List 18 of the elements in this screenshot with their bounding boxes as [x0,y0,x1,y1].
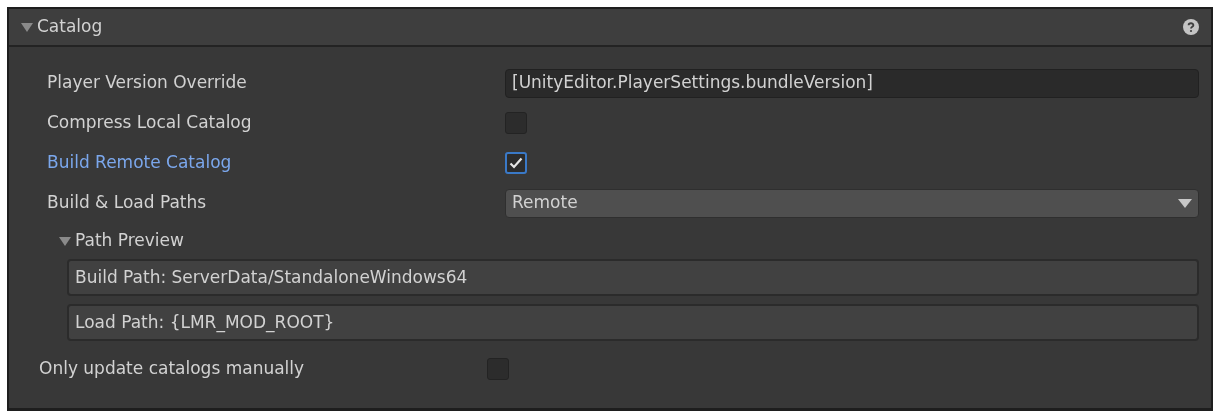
path-field: Build Path: ServerData/StandaloneWindows64 [67,259,1199,296]
section-title: Catalog [37,15,103,39]
expanded-arrow-icon[interactable] [59,235,71,247]
dropdown[interactable]: Remote [505,188,1199,218]
path-field: Load Path: {LMR_MOD_ROOT} [67,304,1199,341]
section-header[interactable]: Catalog [9,9,1211,47]
field-label: Build Remote Catalog [47,151,233,175]
help-icon[interactable] [1183,19,1199,35]
checkmark-icon [509,157,523,169]
text-field[interactable]: [UnityEditor.PlayerSettings.bundleVersion] [505,68,1199,98]
field-label: Only update catalogs manually [39,357,306,381]
field-label: Compress Local Catalog [47,111,253,135]
caret-icon [1178,198,1192,208]
field-label: Player Version Override [47,71,248,95]
expanded-arrow-icon[interactable] [21,21,33,33]
foldout-label: Path Preview [75,229,184,253]
field-label: Build & Load Paths [47,191,208,215]
checkbox[interactable] [505,152,527,174]
